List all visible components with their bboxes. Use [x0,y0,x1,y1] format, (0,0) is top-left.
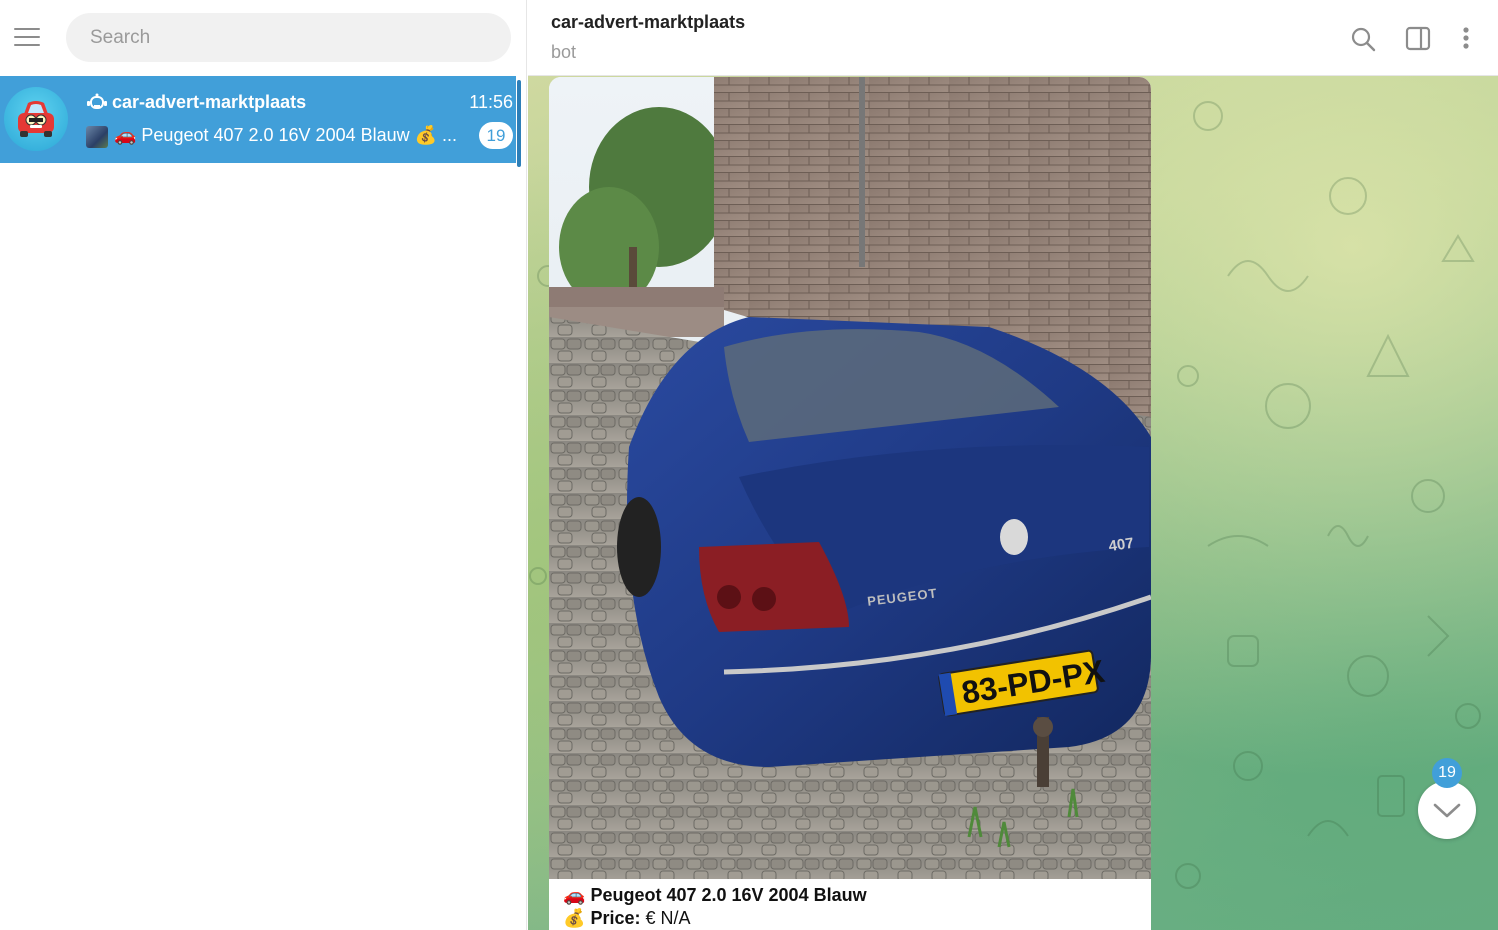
chat-title-row: car-advert-marktplaats 11:56 [86,90,514,116]
photo-blue-peugeot-407-rear[interactable]: 83-PD-PX 407 PEUGEOT [549,77,1151,879]
search-input[interactable] [90,13,490,62]
price-value: € N/A [640,908,691,928]
hamburger-menu-icon[interactable] [14,26,41,48]
chat-area: car-advert-marktplaats bot 83-PD-PX 407 … [528,0,1498,930]
bot-icon [87,93,107,109]
more-vertical-icon[interactable] [1452,24,1482,54]
chevron-down-icon [1433,803,1461,818]
preview-thumbnail [86,126,108,148]
chat-name: car-advert-marktplaats [112,92,307,112]
chat-list-sidebar: car-advert-marktplaats 11:56 🚗 Peugeot 4… [0,0,527,930]
chat-list-item[interactable]: car-advert-marktplaats 11:56 🚗 Peugeot 4… [0,76,516,163]
unread-count-badge: 19 [479,122,513,149]
money-bag-icon: 💰 [563,908,586,928]
model-badge-text: 407 [1108,535,1135,555]
search-icon[interactable] [1348,24,1378,54]
search-box[interactable] [66,13,511,62]
scroll-to-bottom-button[interactable] [1418,781,1476,839]
sidebar-header [0,0,527,76]
sidebar-toggle-icon[interactable] [1404,24,1434,54]
scroll-down-unread-badge: 19 [1432,758,1462,788]
car-emoji-icon: 🚗 [563,885,586,905]
chat-preview-text: 🚗 Peugeot 407 2.0 16V 2004 Blauw 💰 ... [114,125,458,145]
chat-header[interactable]: car-advert-marktplaats bot [528,0,1498,76]
caption-line-price: 💰 Price: € N/A [563,908,1143,930]
chat-preview-row: 🚗 Peugeot 407 2.0 16V 2004 Blauw 💰 ... [86,122,514,152]
message-caption: 🚗 Peugeot 407 2.0 16V 2004 Blauw 💰 Price… [563,885,1143,930]
sidebar-scrollbar[interactable] [517,80,521,167]
car-emoji-avatar [4,87,68,151]
chat-time: 11:56 [469,92,513,112]
chat-header-title[interactable]: car-advert-marktplaats [551,12,745,33]
caption-line-title: 🚗 Peugeot 407 2.0 16V 2004 Blauw [563,885,1143,908]
chat-header-status: bot [551,42,577,62]
price-label: Price: [590,908,641,928]
message-bubble[interactable]: 83-PD-PX 407 PEUGEOT 🚗 Peugeot 407 2.0 1… [549,77,1151,930]
chat-background: 83-PD-PX 407 PEUGEOT 🚗 Peugeot 407 2.0 1… [528,76,1498,930]
caption-title: Peugeot 407 2.0 16V 2004 Blauw [590,885,867,905]
